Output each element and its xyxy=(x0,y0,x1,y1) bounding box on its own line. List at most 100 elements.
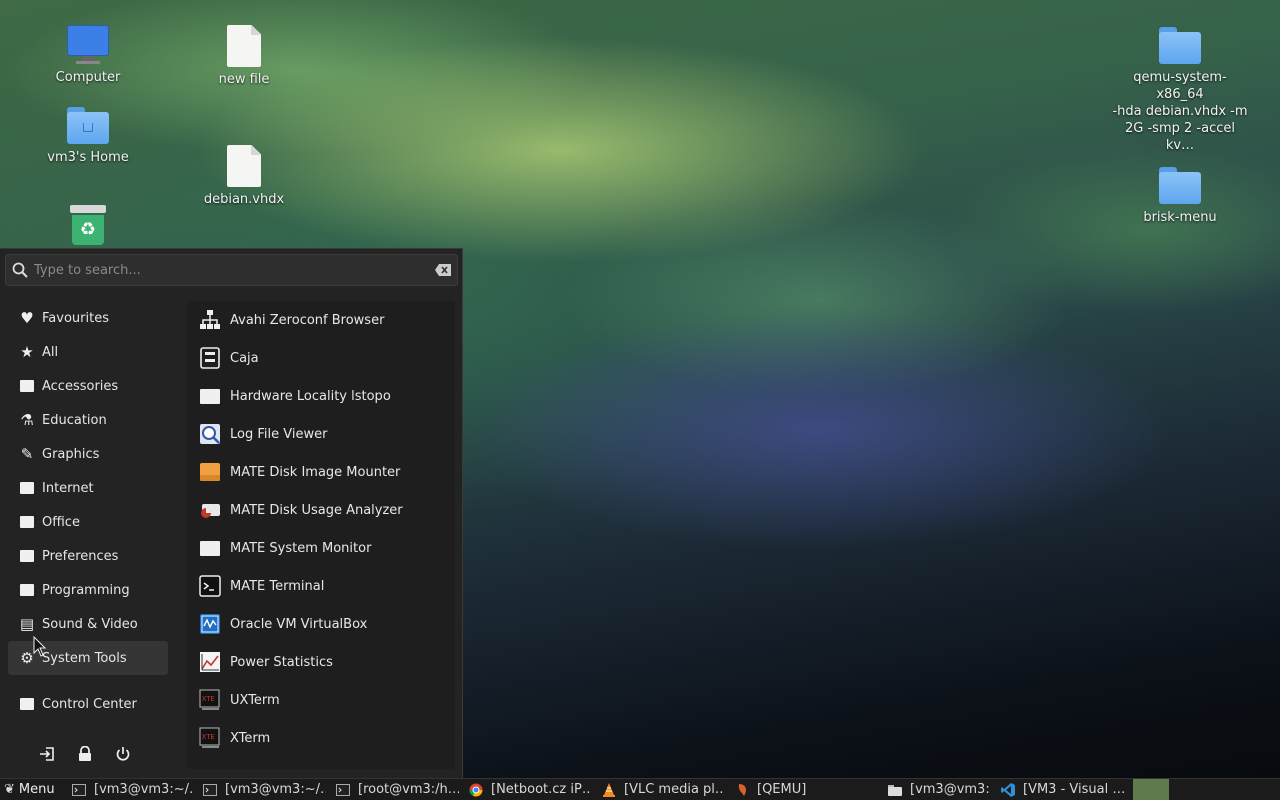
app-uxterm[interactable]: XTE UXTerm xyxy=(187,681,455,719)
category-label: Graphics xyxy=(42,446,100,462)
workspace-switcher[interactable] xyxy=(1133,779,1169,800)
app-mate-terminal[interactable]: MATE Terminal xyxy=(187,567,455,605)
desktop-icon-label: Computer xyxy=(55,70,121,85)
taskbar-item-label: [VM3 - Visual … xyxy=(1023,782,1124,797)
search-icon xyxy=(6,262,34,278)
taskbar-item-label: [root@vm3:/h… xyxy=(358,782,459,797)
desktop-icon-label: brisk-menu xyxy=(1143,210,1217,225)
flask-icon: ⚗ xyxy=(20,411,34,429)
app-log-file-viewer[interactable]: Log File Viewer xyxy=(187,415,455,453)
category-label: Sound & Video xyxy=(42,616,138,632)
desktop-icon-brisk-menu[interactable]: brisk-menu xyxy=(1110,165,1250,226)
desktop-icon-label: debian.vhdx xyxy=(203,192,285,207)
taskbar-item-label: [vm3@vm3:~/… xyxy=(94,782,193,797)
taskbar-item[interactable]: [VM3 - Visual … xyxy=(991,779,1124,800)
taskbar-item[interactable]: [QEMU] xyxy=(725,779,858,800)
taskbar-item[interactable]: [Netboot.cz iP… xyxy=(459,779,592,800)
svg-text:XTE: XTE xyxy=(202,695,215,703)
logout-icon[interactable] xyxy=(36,743,58,765)
app-caja[interactable]: Caja xyxy=(187,339,455,377)
computer-icon xyxy=(67,25,109,65)
app-label: Oracle VM VirtualBox xyxy=(230,616,368,632)
category-label: Accessories xyxy=(42,378,119,394)
category-label: System Tools xyxy=(42,650,127,666)
search-input[interactable] xyxy=(34,256,429,284)
app-power-statistics[interactable]: Power Statistics xyxy=(187,643,455,681)
app-label: Log File Viewer xyxy=(230,426,328,442)
lock-icon[interactable] xyxy=(74,743,96,765)
search-bar[interactable] xyxy=(5,254,458,286)
star-icon: ★ xyxy=(20,343,34,361)
trash-icon: ♻ xyxy=(70,205,106,245)
desktop-icon-new-file[interactable]: new file xyxy=(174,25,314,88)
category-office[interactable]: Office xyxy=(8,505,168,539)
app-mate-disk-image-mounter[interactable]: MATE Disk Image Mounter xyxy=(187,453,455,491)
taskbar-item-label: [QEMU] xyxy=(757,782,807,797)
app-label: MATE System Monitor xyxy=(230,540,372,556)
app-label: UXTerm xyxy=(230,692,280,708)
taskbar-item[interactable]: [VLC media pl… xyxy=(592,779,725,800)
brush-icon: ✎ xyxy=(20,445,34,463)
category-education[interactable]: ⚗ Education xyxy=(8,403,168,437)
taskbar-item[interactable]: [vm3@vm3:~/… xyxy=(62,779,193,800)
category-internet[interactable]: Internet xyxy=(8,471,168,505)
folder-icon xyxy=(18,377,36,395)
log-viewer-icon xyxy=(199,423,221,445)
folder-icon xyxy=(18,479,36,497)
category-list: ♥ Favourites ★ All Accessories ⚗ Education … xyxy=(8,301,168,675)
taskbar-item[interactable]: [vm3@vm3:~/… xyxy=(193,779,326,800)
app-hardware-locality-lstopo[interactable]: Hardware Locality lstopo xyxy=(187,377,455,415)
category-label: Office xyxy=(42,514,80,530)
category-graphics[interactable]: ✎ Graphics xyxy=(8,437,168,471)
category-sound-video[interactable]: ▤ Sound & Video xyxy=(8,607,168,641)
category-preferences[interactable]: Preferences xyxy=(8,539,168,573)
terminal-icon xyxy=(199,575,221,597)
app-avahi-zeroconf-browser[interactable]: Avahi Zeroconf Browser xyxy=(187,301,455,339)
taskbar-item[interactable]: [vm3@vm3:~] xyxy=(858,779,991,800)
app-label: MATE Terminal xyxy=(230,578,325,594)
control-center-item[interactable]: Control Center xyxy=(8,687,168,721)
qemu-icon xyxy=(735,783,749,797)
app-mate-system-monitor[interactable]: MATE System Monitor xyxy=(187,529,455,567)
desktop-icon-label: vm3's Home xyxy=(47,150,129,165)
mouse-pointer-icon xyxy=(33,636,47,657)
app-label: Hardware Locality lstopo xyxy=(230,388,391,404)
category-label: All xyxy=(42,344,59,360)
taskbar-item[interactable]: [root@vm3:/h… xyxy=(326,779,459,800)
desktop-icon-home[interactable]: vm3's Home xyxy=(18,105,158,166)
category-accessories[interactable]: Accessories xyxy=(8,369,168,403)
category-system-tools[interactable]: ⚙ System Tools xyxy=(8,641,168,675)
app-label: XTerm xyxy=(230,730,271,746)
taskbar-menu-button[interactable]: ❦ Menu xyxy=(0,779,62,800)
desktop-icon-trash[interactable]: ♻ xyxy=(18,205,158,245)
category-label: Education xyxy=(42,412,107,428)
app-xterm[interactable]: XTE XTerm xyxy=(187,719,455,757)
taskbar-item-label: [Netboot.cz iP… xyxy=(491,782,592,797)
heart-icon: ♥ xyxy=(20,309,34,327)
folder-icon xyxy=(18,695,36,713)
virtualbox-icon xyxy=(199,613,221,635)
category-all[interactable]: ★ All xyxy=(8,335,168,369)
menu-icon: ❦ xyxy=(4,782,15,797)
disk-usage-icon xyxy=(199,499,221,521)
clear-search-icon[interactable] xyxy=(429,264,457,276)
app-mate-disk-usage-analyzer[interactable]: MATE Disk Usage Analyzer xyxy=(187,491,455,529)
category-programming[interactable]: Programming xyxy=(8,573,168,607)
desktop-icon-debian-vhdx[interactable]: debian.vhdx xyxy=(174,145,314,208)
control-center-label: Control Center xyxy=(42,696,137,712)
vscode-icon xyxy=(1001,782,1015,797)
xterm-icon: XTE xyxy=(199,689,221,711)
desktop-icon-computer[interactable]: Computer xyxy=(18,25,158,86)
folder-icon xyxy=(888,783,902,797)
app-label: Caja xyxy=(230,350,259,366)
app-oracle-vm-virtualbox[interactable]: Oracle VM VirtualBox xyxy=(187,605,455,643)
category-favourites[interactable]: ♥ Favourites xyxy=(8,301,168,335)
application-menu: ♥Favourites ★All Accessories ⚗Education … xyxy=(0,248,463,778)
taskbar: ❦ Menu [vm3@vm3:~/… [vm3@vm3:~/… [root@v… xyxy=(0,778,1280,800)
folder-icon xyxy=(18,581,36,599)
desktop-icon-qemu-folder[interactable]: qemu-system-x86_64 -hda debian.vhdx -m 2… xyxy=(1110,25,1250,154)
power-icon[interactable] xyxy=(112,743,134,765)
svg-text:XTE: XTE xyxy=(202,733,215,741)
category-label: Programming xyxy=(42,582,130,598)
app-label: Avahi Zeroconf Browser xyxy=(230,312,385,328)
